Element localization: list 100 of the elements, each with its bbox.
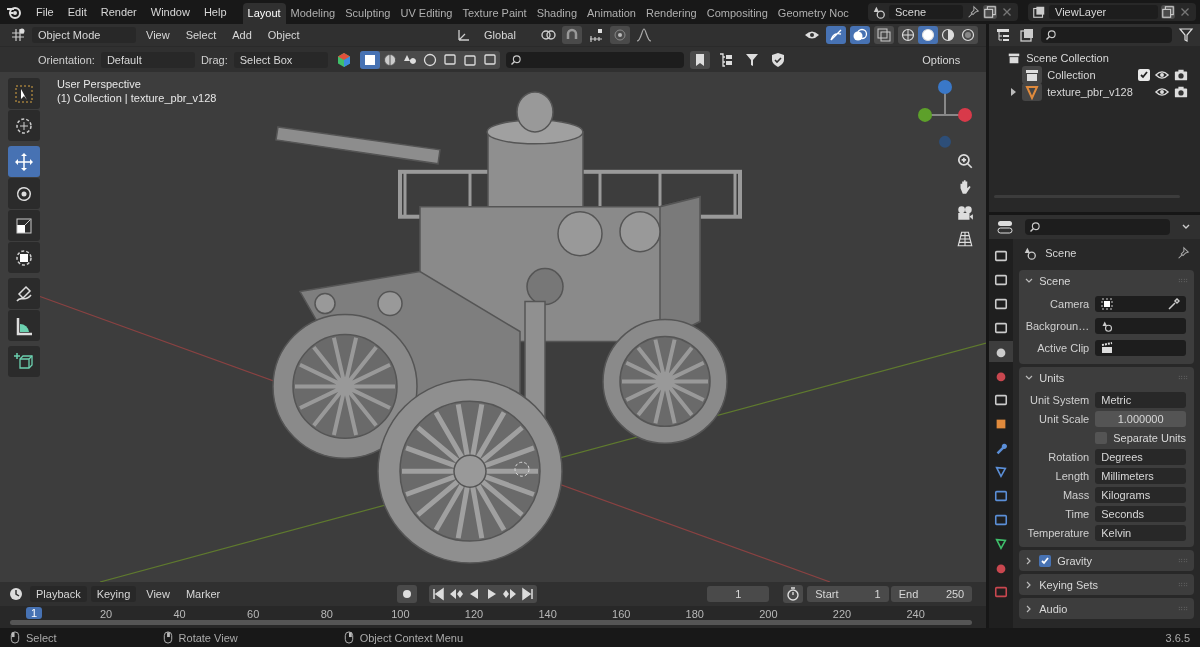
- start-frame-field[interactable]: Start 1: [807, 586, 889, 602]
- select-new-icon[interactable]: [359, 50, 380, 69]
- view-layer-field[interactable]: ViewLayer: [1049, 5, 1158, 19]
- search-field[interactable]: [1041, 27, 1172, 43]
- timeline-scrollbar[interactable]: [10, 620, 973, 625]
- workspace-tab[interactable]: Geometry Noc: [772, 3, 854, 24]
- tool-button[interactable]: [8, 178, 40, 209]
- panel-header[interactable]: Units: [1019, 367, 1194, 388]
- copy-icon[interactable]: [983, 5, 997, 19]
- menu-item[interactable]: Help: [197, 4, 233, 20]
- outliner-item[interactable]: texture_pbr_v128: [1047, 85, 1133, 98]
- camera-icon[interactable]: [956, 204, 975, 222]
- property-field[interactable]: [1095, 318, 1186, 334]
- transform-orientation-dropdown[interactable]: Global: [478, 27, 534, 43]
- navigation-gizmo-drawing[interactable]: [918, 80, 972, 148]
- tool-button[interactable]: [8, 310, 40, 341]
- menu-item[interactable]: View: [140, 586, 176, 602]
- tool-button[interactable]: [8, 210, 40, 241]
- filter-icon[interactable]: [1176, 26, 1196, 44]
- checkbox[interactable]: [1138, 68, 1150, 81]
- drag-handle-icon[interactable]: [1178, 582, 1188, 587]
- stopwatch-icon[interactable]: [783, 585, 804, 603]
- menu-item[interactable]: Keying: [90, 586, 137, 602]
- copy-icon[interactable]: [1161, 5, 1175, 19]
- drag-handle-icon[interactable]: [1178, 278, 1188, 283]
- workspace-tab[interactable]: UV Editing: [395, 3, 458, 24]
- property-dropdown[interactable]: Kelvin: [1095, 524, 1186, 541]
- outliner-item[interactable]: Collection: [1047, 68, 1096, 81]
- workspace-tab[interactable]: Modeling: [285, 3, 341, 24]
- search-field[interactable]: [505, 51, 684, 68]
- panel-header[interactable]: Keying Sets: [1019, 574, 1194, 595]
- pin-icon[interactable]: [966, 5, 980, 19]
- property-dropdown[interactable]: Degrees: [1095, 448, 1186, 465]
- properties-tab[interactable]: [989, 341, 1014, 362]
- frame-tick-label: 100: [391, 608, 410, 620]
- workspace-tab[interactable]: Sculpting: [340, 3, 396, 24]
- checkbox[interactable]: [1039, 554, 1052, 567]
- zoom-icon[interactable]: [956, 152, 975, 170]
- property-dropdown[interactable]: Metric: [1095, 391, 1186, 408]
- mode-dropdown[interactable]: Object Mode: [32, 27, 136, 43]
- menu-item[interactable]: Playback: [30, 586, 87, 602]
- property-field[interactable]: [1095, 340, 1186, 356]
- workspace-tab[interactable]: Animation: [582, 3, 641, 24]
- camera-icon[interactable]: [1174, 67, 1188, 82]
- camera-icon[interactable]: [1174, 84, 1188, 99]
- end-frame-field[interactable]: End 250: [890, 586, 973, 602]
- outliner-item[interactable]: Scene Collection: [1026, 51, 1109, 64]
- pin-icon[interactable]: [1176, 246, 1190, 260]
- magnet-icon[interactable]: [561, 26, 582, 44]
- gizmo-icon[interactable]: [826, 26, 847, 44]
- panel-header[interactable]: Audio: [1019, 598, 1194, 619]
- menu-item[interactable]: Render: [94, 4, 143, 20]
- menu-item[interactable]: View: [140, 27, 176, 43]
- workspace-tab[interactable]: Rendering: [640, 3, 702, 24]
- properties-editor-icon[interactable]: [995, 218, 1016, 236]
- checkbox-label[interactable]: Separate Units: [1113, 431, 1186, 444]
- tool-button[interactable]: [8, 242, 40, 273]
- proportional-edit-icon[interactable]: [609, 26, 630, 44]
- drag-handle-icon[interactable]: [1178, 606, 1188, 611]
- search-field[interactable]: [1025, 219, 1170, 235]
- solid-shading-icon[interactable]: [918, 26, 939, 44]
- options-dropdown[interactable]: Options: [916, 51, 979, 68]
- workspace-tab[interactable]: Layout: [242, 3, 286, 24]
- blender-logo-icon[interactable]: [6, 4, 22, 20]
- workspace-tab[interactable]: Shading: [531, 3, 583, 24]
- bookmark-icon[interactable]: [689, 50, 710, 69]
- panel-title: Keying Sets: [1039, 578, 1098, 591]
- menu-item[interactable]: Object: [261, 27, 306, 43]
- image-stack-icon[interactable]: [1032, 5, 1046, 19]
- xray-icon[interactable]: [874, 26, 895, 44]
- menu-item[interactable]: Add: [226, 27, 258, 43]
- drag-dropdown[interactable]: Select Box: [233, 51, 328, 68]
- property-dropdown[interactable]: Seconds: [1095, 505, 1186, 522]
- workspace-tab[interactable]: Compositing: [701, 3, 773, 24]
- menu-item[interactable]: Window: [144, 4, 196, 20]
- property-dropdown[interactable]: Millimeters: [1095, 467, 1186, 484]
- eyedropper-icon[interactable]: [1168, 298, 1180, 310]
- panel-header[interactable]: Scene: [1019, 270, 1194, 291]
- overlay-icon[interactable]: [850, 26, 871, 44]
- number-field[interactable]: 1.000000: [1095, 410, 1186, 427]
- property-dropdown[interactable]: Kilograms: [1095, 486, 1186, 503]
- expand-arrow-icon[interactable]: [1009, 87, 1018, 96]
- workspace-tab[interactable]: Texture Paint: [457, 3, 532, 24]
- tool-button[interactable]: [8, 278, 40, 309]
- drag-handle-icon[interactable]: [1178, 375, 1188, 380]
- current-frame-marker[interactable]: 1: [26, 607, 43, 619]
- orientation-dropdown[interactable]: Default: [100, 51, 195, 68]
- menu-item[interactable]: Edit: [61, 4, 93, 20]
- drag-handle-icon[interactable]: [1178, 558, 1188, 563]
- menu-item[interactable]: File: [30, 4, 60, 20]
- scene-field[interactable]: Scene: [889, 5, 963, 19]
- current-frame-field[interactable]: 1: [707, 586, 770, 602]
- property-field[interactable]: [1095, 296, 1186, 312]
- record-icon[interactable]: [396, 585, 417, 603]
- menu-item[interactable]: Select: [179, 27, 223, 43]
- menu-item[interactable]: Marker: [179, 586, 227, 602]
- tool-button[interactable]: [8, 110, 40, 141]
- panel-header[interactable]: Gravity: [1019, 550, 1194, 571]
- property-label: Temperature: [1026, 526, 1090, 539]
- grid-icon[interactable]: [956, 230, 975, 248]
